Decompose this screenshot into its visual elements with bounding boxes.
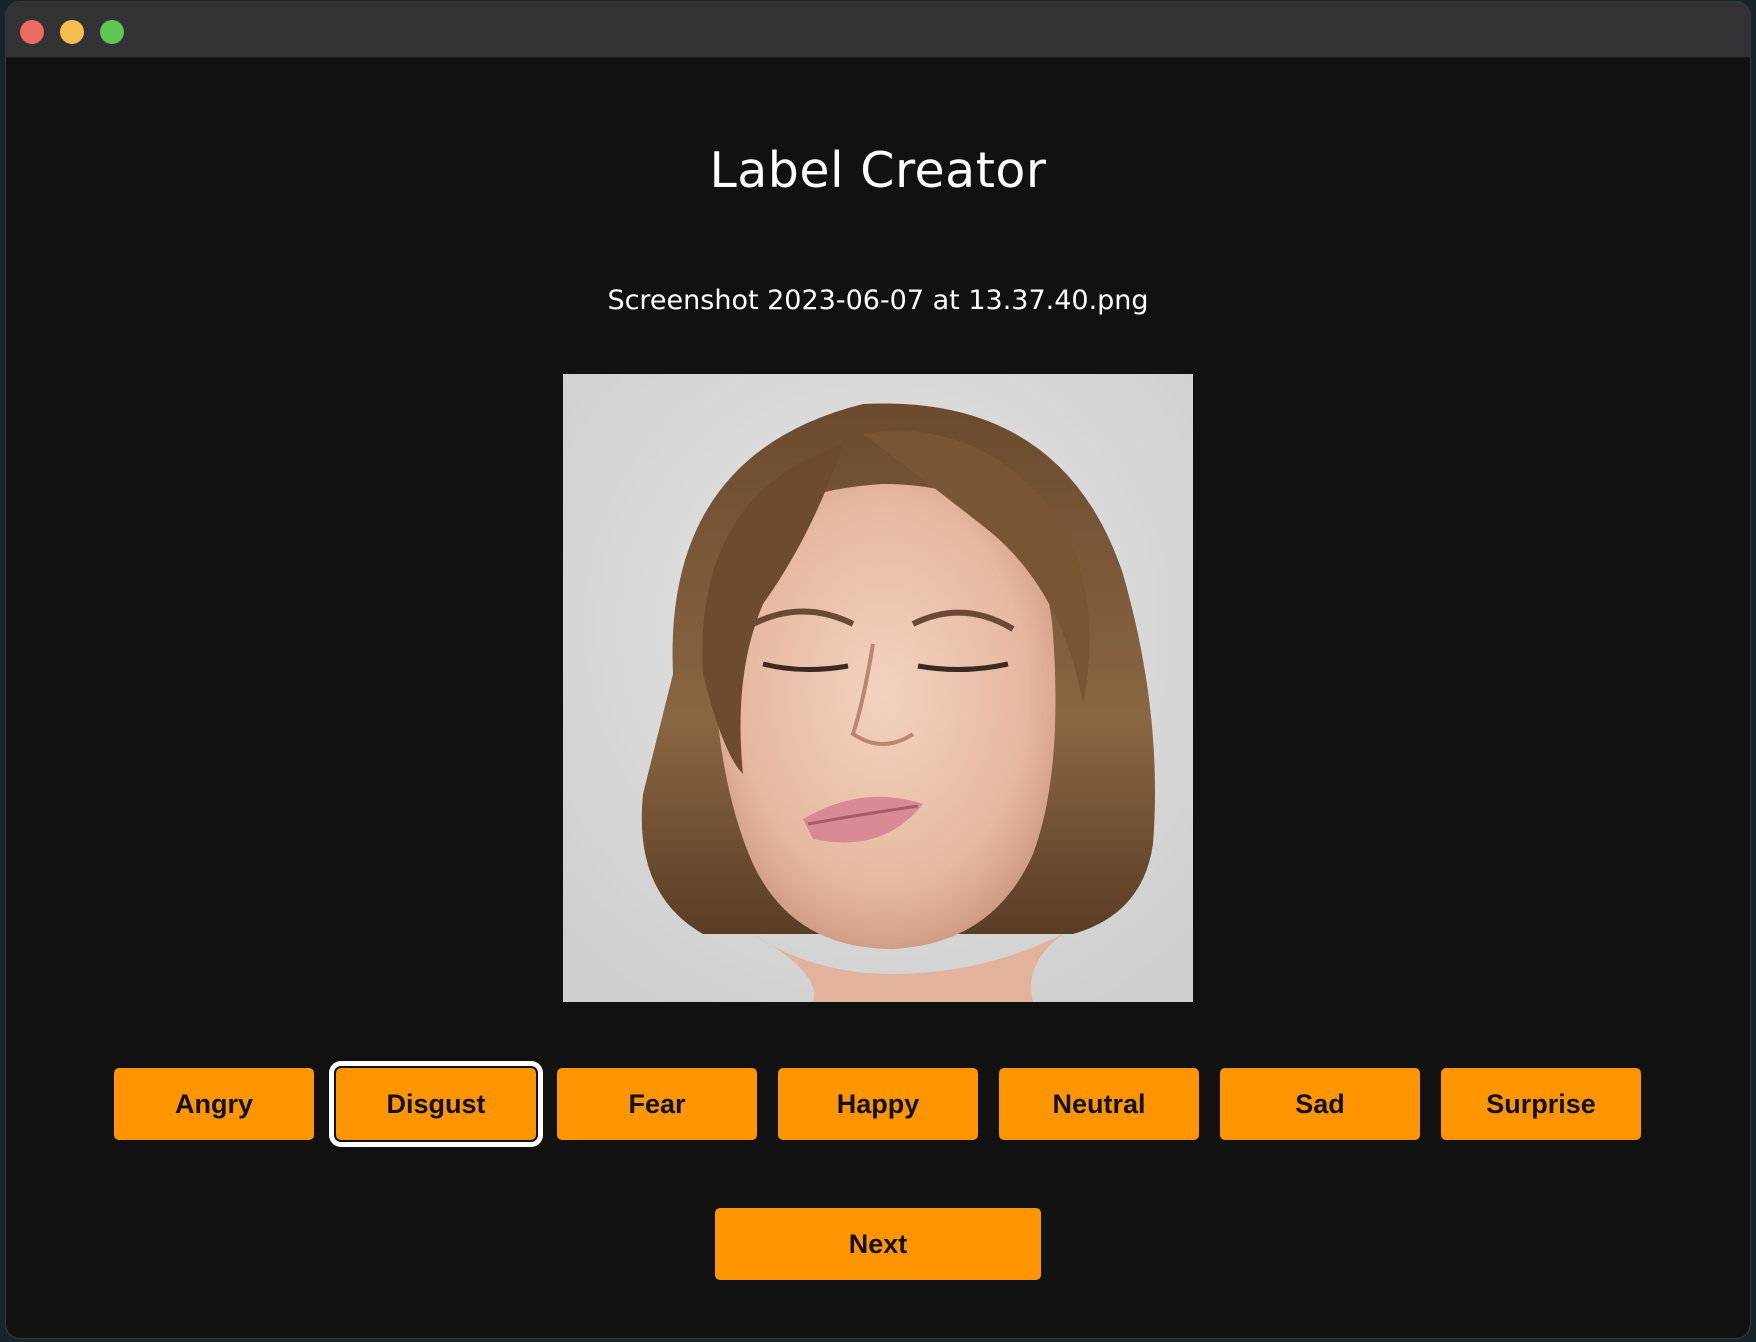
label-button-fear[interactable]: Fear xyxy=(557,1068,757,1140)
label-button-neutral[interactable]: Neutral xyxy=(999,1068,1199,1140)
page-title: Label Creator xyxy=(709,142,1047,199)
zoom-window-button[interactable] xyxy=(100,20,124,44)
face-image xyxy=(563,374,1193,1002)
label-button-disgust[interactable]: Disgust xyxy=(329,1061,543,1147)
label-button-surprise[interactable]: Surprise xyxy=(1441,1068,1641,1140)
next-button[interactable]: Next xyxy=(715,1208,1041,1280)
label-button-happy[interactable]: Happy xyxy=(778,1068,978,1140)
label-button-angry[interactable]: Angry xyxy=(114,1068,314,1140)
image-filename: Screenshot 2023-06-07 at 13.37.40.png xyxy=(607,285,1149,316)
app-window: Label Creator Screenshot 2023-06-07 at 1… xyxy=(6,2,1750,1338)
face-photo-illustration xyxy=(563,374,1193,1002)
title-bar xyxy=(6,2,1750,58)
label-button-sad[interactable]: Sad xyxy=(1220,1068,1420,1140)
close-window-button[interactable] xyxy=(20,20,44,44)
minimize-window-button[interactable] xyxy=(60,20,84,44)
